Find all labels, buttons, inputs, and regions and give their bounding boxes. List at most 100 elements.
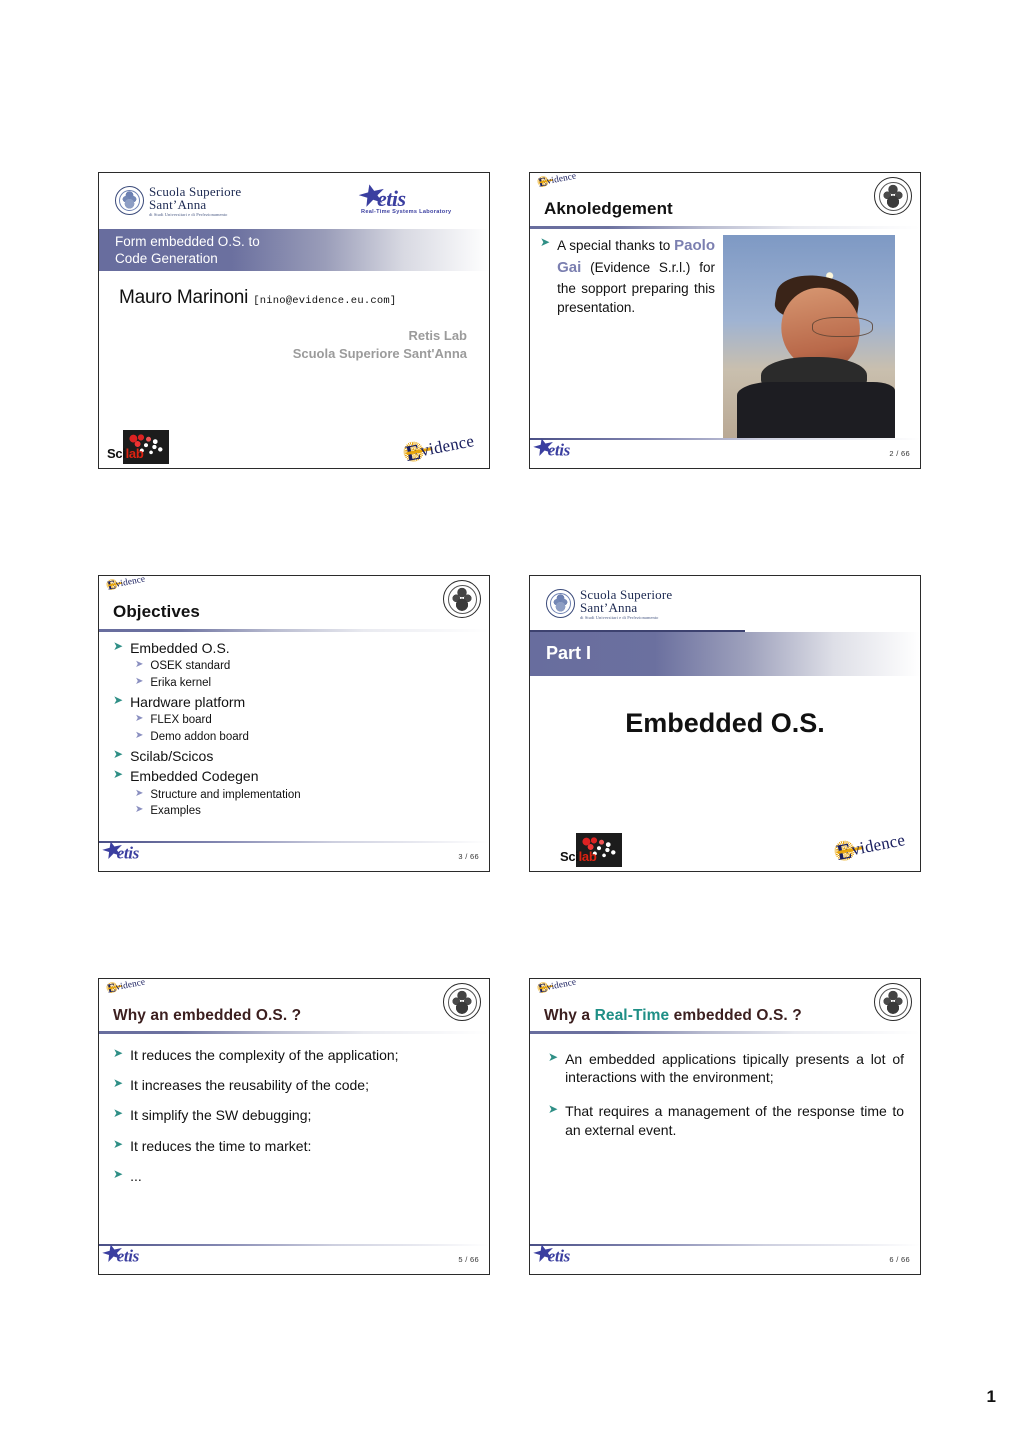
slide-title: Scuola Superiore Sant’Anna di Studi Univ… xyxy=(98,172,490,469)
bullet-text: Erika kernel xyxy=(150,677,212,690)
evidence-logo: E vidence xyxy=(105,978,151,996)
scuola-superiore-logo: Scuola Superiore Sant’Anna di Studi Univ… xyxy=(115,185,241,217)
slide-part-one: Scuola Superiore Sant’Anna di Studi Univ… xyxy=(529,575,921,872)
bullet-item: ➤ It simplify the SW debugging; xyxy=(113,1106,477,1124)
slide-footer: etis 6 / 66 xyxy=(530,1244,920,1274)
slide-page-number: 6 / 66 xyxy=(889,1255,910,1264)
slide-aknoledgement: E vidence Aknoledgement ➤ A special than… xyxy=(529,172,921,469)
bullet-arrow-icon: ➤ xyxy=(135,676,144,688)
bullet-item: ➤ Erika kernel xyxy=(135,676,477,691)
bullet-item: ➤ OSEK standard xyxy=(135,659,477,674)
bullet-arrow-icon: ➤ xyxy=(548,1050,559,1064)
retis-wordmark: etis xyxy=(116,842,140,863)
bullet-item: ➤... xyxy=(113,1167,477,1185)
bullet-item: ➤ Embedded O.S. xyxy=(113,639,477,657)
scuola-line2: Sant’Anna xyxy=(580,600,638,616)
scilab-sci: Sci xyxy=(560,849,579,864)
evidence-rest: vidence xyxy=(114,978,146,993)
bullet-text: Scilab/Scicos xyxy=(130,748,214,765)
slide-footer: etis 5 / 66 xyxy=(99,1244,489,1274)
evidence-logo: E vidence xyxy=(536,978,582,996)
bullet-item: ➤ FLEX board xyxy=(135,713,477,728)
slide-body: ➤ It reduces the complexity of the applic… xyxy=(99,1034,489,1185)
scuola-seal-icon xyxy=(546,589,575,619)
evidence-logo: E vidence xyxy=(536,172,582,190)
title-band-line-2: Code Generation xyxy=(115,251,218,266)
title-segment-2: embedded O.S. ? xyxy=(669,1007,802,1024)
bullet-item: ➤ Hardware platform xyxy=(113,693,477,711)
bullet-arrow-icon: ➤ xyxy=(113,1136,124,1151)
bullet-item: ➤ It reduces the complexity of the applic… xyxy=(113,1046,477,1064)
bullet-item: ➤ Scilab/Scicos xyxy=(113,747,477,765)
scuola-crest-icon xyxy=(443,983,481,1021)
evidence-rest: vidence xyxy=(418,431,476,461)
scuola-line3: di Studi Universitari e di Perfezionamen… xyxy=(149,211,228,217)
slide-title-text: Why an embedded O.S. ? xyxy=(113,1007,302,1024)
bullet-arrow-icon: ➤ xyxy=(113,1046,124,1060)
scuola-wordmark: Scuola Superiore Sant’Anna di Studi Univ… xyxy=(149,185,241,217)
author-name: Mauro Marinoni xyxy=(119,287,249,308)
slide-page-number: 2 / 66 xyxy=(889,449,910,458)
bullet-item: ➤ A special thanks to Paolo Gai (Evidenc… xyxy=(540,235,715,318)
scuola-line3: di Studi Universitari e di Perfezionamen… xyxy=(580,614,659,620)
slide-body: ➤ A special thanks to Paolo Gai (Evidenc… xyxy=(530,229,920,439)
affiliation: Retis Lab Scuola Superiore Sant'Anna xyxy=(99,327,489,362)
evidence-logo: E vidence xyxy=(105,575,151,593)
slide-title-text: Why a Real-Time embedded O.S. ? xyxy=(530,1007,920,1025)
slide-objectives: E vidence Objectives ➤ Embedded O.S. ➤ OSE… xyxy=(98,575,490,872)
bullet-text: Demo addon board xyxy=(150,731,249,744)
bullet-arrow-icon: ➤ xyxy=(113,639,124,653)
author-line: Mauro Marinoni [nino@evidence.eu.com] xyxy=(119,287,489,309)
scuola-superiore-logo: Scuola Superiore Sant’Anna di Studi Univ… xyxy=(546,588,672,620)
scuola-crest-icon xyxy=(874,177,912,215)
scilab-logo: Scilab xyxy=(560,833,622,867)
thanks-suffix: (Evidence S.r.l.) for the sopport prepar… xyxy=(557,259,715,316)
bullet-arrow-icon: ➤ xyxy=(135,804,144,816)
part-band: Part I xyxy=(530,631,920,676)
retis-tagline: Real-Time Systems Laboratory xyxy=(361,209,452,215)
evidence-logo: E vidence xyxy=(401,425,485,468)
thanks-prefix: A special thanks to xyxy=(557,238,675,253)
slide-page-number: 5 / 66 xyxy=(458,1255,479,1264)
slide-page-number: 3 / 66 xyxy=(458,852,479,861)
bullet-arrow-icon: ➤ xyxy=(548,1102,559,1117)
evidence-logo: E vidence xyxy=(832,824,916,867)
bullet-arrow-icon: ➤ xyxy=(113,747,124,762)
part-label: Part I xyxy=(546,643,592,664)
part-title: Embedded O.S. xyxy=(625,707,825,738)
handout-page-number: 1 xyxy=(986,1387,996,1406)
scuola-crest-icon xyxy=(874,983,912,1021)
bullet-arrow-icon: ➤ xyxy=(113,767,124,782)
scilab-wordmark: Scilab xyxy=(107,446,144,461)
title-highlight: Real-Time xyxy=(594,1007,670,1024)
bullet-arrow-icon: ➤ xyxy=(113,693,124,708)
handout-sheet: Scuola Superiore Sant’Anna di Studi Univ… xyxy=(0,0,1020,1443)
evidence-rest: vidence xyxy=(545,978,577,993)
scuola-line1: Scuola Superiore xyxy=(149,184,242,199)
bullet-text: It reduces the time to market: xyxy=(130,1137,312,1154)
scilab-logo: Scilab xyxy=(107,430,169,464)
scuola-seal-icon xyxy=(115,186,144,216)
bullet-text: OSEK standard xyxy=(150,660,231,673)
photo-jacket xyxy=(736,381,895,439)
bullet-text: ... xyxy=(130,1167,142,1184)
bullet-arrow-icon: ➤ xyxy=(135,659,144,671)
bullet-text: It simplify the SW debugging; xyxy=(130,1107,312,1124)
acknowledgement-paragraph: A special thanks to Paolo Gai (Evidence … xyxy=(557,235,715,318)
slide-why-embedded-os: E vidence Why an embedded O.S. ? ➤ It red… xyxy=(98,978,490,1275)
bullet-arrow-icon: ➤ xyxy=(113,1166,124,1181)
title-band-line-1: Form embedded O.S. to xyxy=(115,234,260,249)
scuola-wordmark: Scuola Superiore Sant’Anna di Studi Univ… xyxy=(580,588,672,620)
scilab-wordmark: Scilab xyxy=(560,849,597,864)
evidence-rest: vidence xyxy=(114,575,146,590)
bullet-arrow-icon: ➤ xyxy=(113,1076,124,1091)
title-segment-1: Why a xyxy=(544,1007,595,1024)
bullet-item: ➤ Demo addon board xyxy=(135,730,477,745)
acknowledgement-text-column: ➤ A special thanks to Paolo Gai (Evidenc… xyxy=(540,235,715,439)
paolo-gai-photo xyxy=(723,235,895,439)
bullet-text: Examples xyxy=(150,805,201,818)
slide-footer: etis 3 / 66 xyxy=(99,841,489,871)
title-slide-footer: Scilab E vidence xyxy=(99,430,489,466)
bullet-text: That requires a management of the respon… xyxy=(565,1103,904,1138)
evidence-rest: vidence xyxy=(545,172,577,187)
